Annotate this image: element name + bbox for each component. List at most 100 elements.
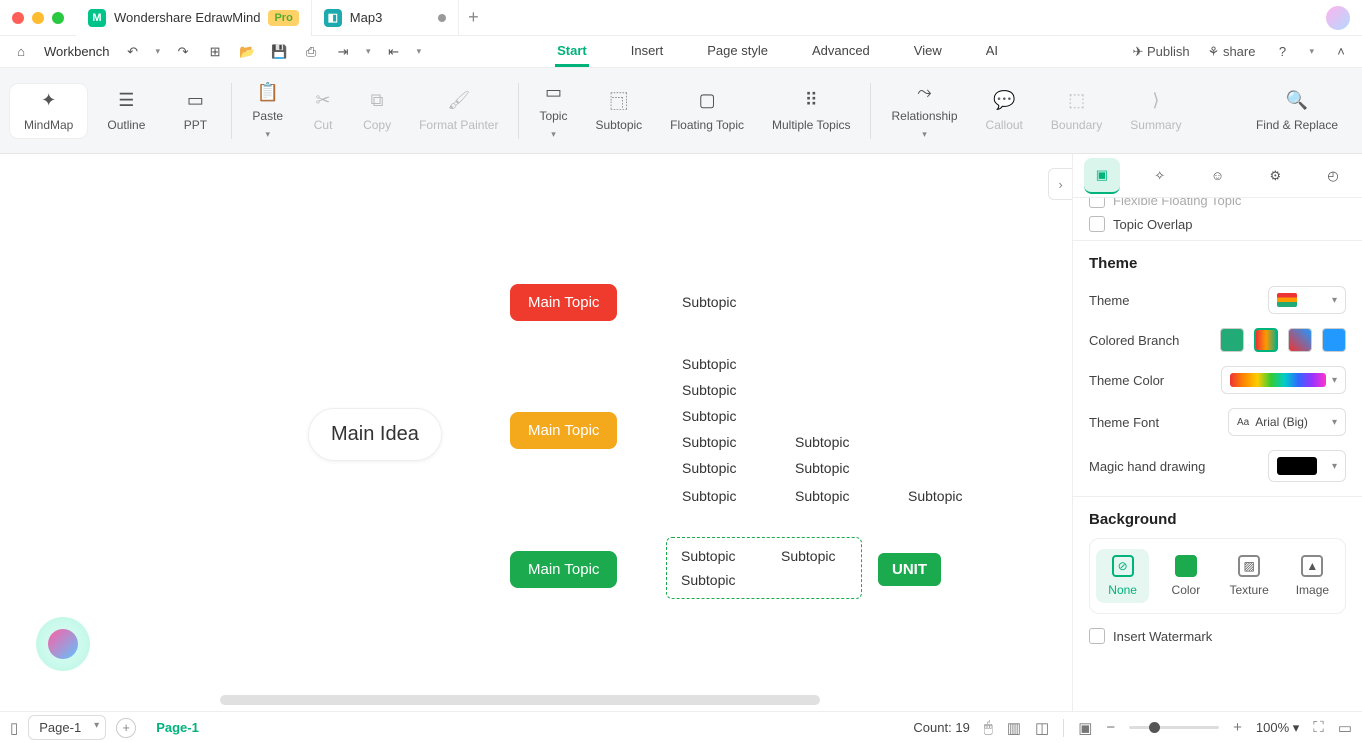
minimize-icon[interactable] — [32, 12, 44, 24]
node-main-idea[interactable]: Main Idea — [308, 408, 442, 461]
menu-insert[interactable]: Insert — [629, 37, 666, 67]
floating-topic-button[interactable]: ▢ Floating Topic — [656, 84, 758, 138]
bg-color-button[interactable]: Color — [1159, 549, 1212, 603]
format-painter-button[interactable]: 🖌 Format Painter — [405, 84, 512, 138]
node-main-topic-3[interactable]: Main Topic — [510, 551, 617, 588]
zoom-label[interactable]: 100% ▾ — [1256, 720, 1299, 736]
menu-start[interactable]: Start — [555, 37, 589, 67]
bg-texture-button[interactable]: ▨Texture — [1223, 549, 1276, 603]
fullscreen-icon[interactable]: ⛶ — [1313, 719, 1324, 736]
workbench-label[interactable]: Workbench — [44, 44, 110, 59]
node-subtopic[interactable]: Subtopic — [795, 460, 849, 476]
node-subtopic[interactable]: Subtopic — [682, 434, 736, 450]
print-icon[interactable]: ⎙ — [302, 43, 320, 61]
help-icon[interactable]: ? — [1273, 43, 1291, 61]
node-main-topic-2[interactable]: Main Topic — [510, 412, 617, 449]
multiple-topics-button[interactable]: ⠿ Multiple Topics — [758, 84, 864, 138]
panel-tab-clipart[interactable]: ⚙ — [1257, 158, 1293, 194]
node-subtopic[interactable]: Subtopic — [682, 356, 736, 372]
node-subtopic[interactable]: Subtopic — [795, 434, 849, 450]
menu-page-style[interactable]: Page style — [705, 37, 770, 67]
insert-watermark-checkbox[interactable]: Insert Watermark — [1089, 628, 1346, 644]
magic-hand-dropdown[interactable]: ▾ — [1268, 450, 1346, 482]
bg-none-button[interactable]: ⊘None — [1096, 549, 1149, 603]
mouse-mode-icon[interactable]: 🖱 — [984, 719, 993, 736]
canvas[interactable]: › Main Id — [0, 154, 1072, 711]
flexible-floating-checkbox[interactable]: Flexible Floating Topic — [1089, 198, 1346, 208]
view-outline-button[interactable]: ☰ Outline — [93, 84, 159, 138]
panel-tab-ai[interactable]: ✧ — [1142, 158, 1178, 194]
theme-color-dropdown[interactable]: ▾ — [1221, 366, 1346, 394]
panel-tab-page-style[interactable]: ▣ — [1084, 158, 1120, 194]
home-icon[interactable]: ⌂ — [12, 43, 30, 61]
theme-font-dropdown[interactable]: AaArial (Big)▾ — [1228, 408, 1346, 436]
import-icon[interactable]: ⇥ — [334, 43, 352, 61]
panel-toggle-icon[interactable]: ◫ — [1035, 719, 1049, 737]
zoom-slider[interactable] — [1129, 726, 1219, 729]
node-main-topic-1[interactable]: Main Topic — [510, 284, 617, 321]
view-ppt-button[interactable]: ▭ PPT — [165, 84, 225, 138]
topic-button[interactable]: ▭ Topic▾ — [525, 75, 581, 146]
app-tab[interactable]: M Wondershare EdrawMind Pro — [76, 0, 312, 36]
node-subtopic[interactable]: Subtopic — [681, 572, 847, 588]
paste-button[interactable]: 📋 Paste▾ — [238, 75, 297, 146]
ai-assistant-button[interactable] — [36, 617, 90, 671]
branch-style-2[interactable] — [1254, 328, 1278, 352]
relationship-button[interactable]: ⤳ Relationship▾ — [877, 75, 971, 146]
open-icon[interactable]: 📂 — [238, 43, 256, 61]
branch-style-4[interactable] — [1322, 328, 1346, 352]
find-replace-button[interactable]: 🔍 Find & Replace — [1242, 84, 1352, 138]
zoom-out-button[interactable]: − — [1106, 719, 1115, 736]
node-subtopic[interactable]: Subtopic — [908, 488, 962, 504]
close-icon[interactable] — [12, 12, 24, 24]
node-subtopic[interactable]: Subtopic — [682, 460, 736, 476]
horizontal-scrollbar[interactable] — [220, 695, 820, 705]
publish-button[interactable]: ✈ Publish — [1133, 44, 1190, 60]
menu-view[interactable]: View — [912, 37, 944, 67]
add-page-button[interactable]: + — [116, 718, 136, 738]
branch-style-3[interactable] — [1288, 328, 1312, 352]
callout-button[interactable]: 💬 Callout — [972, 84, 1037, 138]
new-file-icon[interactable]: ⊞ — [206, 43, 224, 61]
zoom-in-button[interactable]: + — [1233, 719, 1242, 736]
layout-icon[interactable]: ▥ — [1007, 719, 1021, 737]
export-icon[interactable]: ⇤ — [385, 43, 403, 61]
node-subtopic[interactable]: Subtopic — [795, 488, 849, 504]
copy-button[interactable]: ⧉ Copy — [349, 84, 405, 138]
node-subtopic[interactable]: Subtopic — [682, 382, 736, 398]
node-subtopic[interactable]: Subtopic — [781, 548, 835, 564]
boundary-group[interactable]: Subtopic Subtopic Subtopic — [666, 537, 862, 599]
collapse-ribbon-icon[interactable]: ˄ — [1332, 43, 1350, 61]
node-subtopic[interactable]: Subtopic — [682, 294, 736, 310]
summary-button[interactable]: ⟩ Summary — [1116, 84, 1195, 138]
document-tab[interactable]: ◧ Map3 — [312, 0, 460, 36]
boundary-button[interactable]: ⬚ Boundary — [1037, 84, 1116, 138]
fit-page-icon[interactable]: ▣ — [1078, 719, 1092, 737]
minimize-panel-icon[interactable]: ▭ — [1338, 719, 1352, 737]
topic-overlap-checkbox[interactable]: Topic Overlap — [1089, 216, 1346, 232]
page-dropdown[interactable]: Page-1 — [28, 715, 106, 740]
panel-tab-icons[interactable]: ☺ — [1199, 158, 1235, 194]
menu-ai[interactable]: AI — [984, 37, 1000, 67]
sidebar-toggle-icon[interactable]: ▯ — [10, 719, 18, 737]
redo-icon[interactable]: ↷ — [174, 43, 192, 61]
view-mindmap-button[interactable]: ✦ MindMap — [10, 84, 87, 138]
add-tab-button[interactable]: + — [459, 7, 487, 28]
maximize-icon[interactable] — [52, 12, 64, 24]
branch-style-1[interactable] — [1220, 328, 1244, 352]
node-subtopic[interactable]: Subtopic — [682, 408, 736, 424]
user-avatar[interactable] — [1326, 6, 1350, 30]
subtopic-button[interactable]: ⿹ Subtopic — [581, 84, 656, 138]
share-button[interactable]: ⚘ share — [1208, 44, 1256, 60]
menu-advanced[interactable]: Advanced — [810, 37, 872, 67]
summary-unit[interactable]: UNIT — [878, 553, 941, 586]
panel-tab-history[interactable]: ◴ — [1315, 158, 1351, 194]
bg-image-button[interactable]: ▲Image — [1286, 549, 1339, 603]
save-icon[interactable]: 💾 — [270, 43, 288, 61]
undo-icon[interactable]: ↶ — [124, 43, 142, 61]
node-subtopic[interactable]: Subtopic — [682, 488, 736, 504]
page-tab[interactable]: Page-1 — [146, 716, 209, 739]
theme-dropdown[interactable]: ▾ — [1268, 286, 1346, 314]
panel-collapse-button[interactable]: › — [1048, 168, 1072, 200]
cut-button[interactable]: ✂ Cut — [297, 84, 349, 138]
